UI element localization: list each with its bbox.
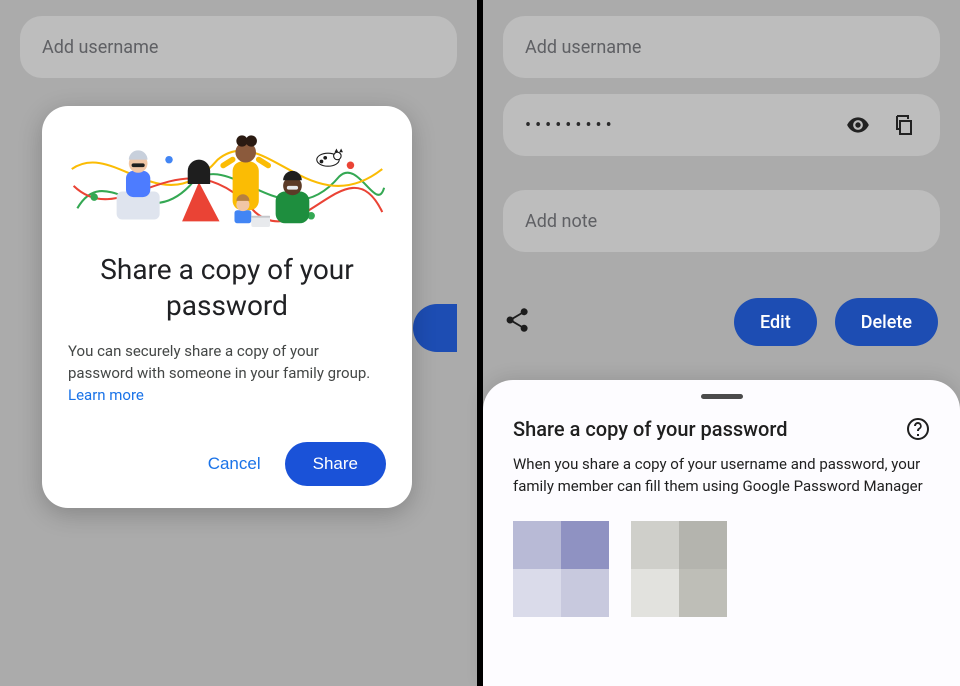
note-placeholder: Add note bbox=[525, 211, 597, 232]
edit-button[interactable]: Edit bbox=[734, 298, 817, 346]
share-password-dialog: Share a copy of your password You can se… bbox=[42, 106, 412, 508]
sheet-body: When you share a copy of your username a… bbox=[513, 453, 930, 497]
username-field[interactable]: Add username bbox=[503, 16, 940, 78]
drag-handle[interactable] bbox=[701, 394, 743, 399]
visibility-toggle-icon[interactable] bbox=[844, 111, 872, 139]
action-row: Edit Delete bbox=[503, 298, 938, 346]
username-placeholder: Add username bbox=[525, 37, 641, 58]
username-field[interactable]: Add username bbox=[20, 16, 457, 78]
dialog-body: You can securely share a copy of your pa… bbox=[68, 340, 386, 406]
dialog-title: Share a copy of your password bbox=[68, 252, 386, 324]
delete-button[interactable]: Delete bbox=[835, 298, 938, 346]
password-value: ••••••••• bbox=[525, 115, 616, 136]
share-button[interactable]: Share bbox=[285, 442, 386, 486]
family-member-list bbox=[513, 521, 930, 617]
help-icon[interactable] bbox=[906, 417, 930, 441]
obscured-button bbox=[413, 304, 457, 352]
note-field[interactable]: Add note bbox=[503, 190, 940, 252]
copy-icon[interactable] bbox=[890, 111, 918, 139]
left-screenshot: Add username bbox=[0, 0, 477, 686]
share-icon[interactable] bbox=[503, 306, 531, 338]
family-member-avatar[interactable] bbox=[631, 521, 727, 617]
dialog-body-text: You can securely share a copy of your pa… bbox=[68, 342, 370, 382]
cancel-button[interactable]: Cancel bbox=[208, 454, 261, 474]
username-placeholder: Add username bbox=[42, 37, 158, 58]
password-field[interactable]: ••••••••• bbox=[503, 94, 940, 156]
family-illustration bbox=[68, 128, 386, 240]
family-member-avatar[interactable] bbox=[513, 521, 609, 617]
share-bottom-sheet: Share a copy of your password When you s… bbox=[483, 380, 960, 686]
right-screenshot: Add username ••••••••• Add note Edit Del… bbox=[483, 0, 960, 686]
dialog-actions: Cancel Share bbox=[68, 442, 386, 486]
sheet-title: Share a copy of your password bbox=[513, 417, 894, 441]
learn-more-link[interactable]: Learn more bbox=[68, 386, 144, 404]
